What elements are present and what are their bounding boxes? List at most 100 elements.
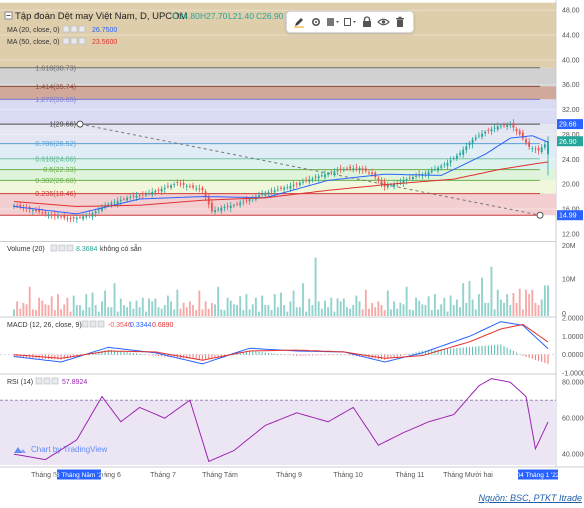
volume-bar: [188, 301, 191, 316]
volume-bar: [327, 307, 330, 316]
macd-histogram-bar: [456, 347, 458, 355]
chart-stage: 1.618(38.73) 1.414(35.74) 1.272(33.65) 1(29…: [0, 0, 584, 503]
fib-level-label: 1.272(33.65): [35, 95, 76, 104]
volume-bar: [462, 283, 465, 316]
candle-body: [116, 200, 119, 204]
volume-bar: [537, 305, 540, 316]
candle-body: [295, 183, 298, 185]
price-axis-tick: 40.00: [562, 57, 580, 64]
pencil-icon[interactable]: [292, 15, 306, 29]
macd-histogram-bar: [151, 354, 153, 356]
volume-bar: [474, 309, 477, 316]
volume-bar: [47, 305, 50, 316]
gear-icon[interactable]: [309, 15, 323, 29]
volume-bar: [116, 311, 119, 316]
fib-zone: [0, 99, 556, 125]
macd-histogram-bar: [324, 354, 326, 356]
volume-legend: Volume (20): [7, 246, 45, 253]
volume-bar: [63, 304, 66, 316]
volume-bar: [57, 294, 59, 316]
candle-body: [408, 177, 411, 179]
volume-bar: [91, 292, 94, 316]
tradingview-chart[interactable]: 1.618(38.73) 1.414(35.74) 1.272(33.65) 1(29…: [0, 0, 584, 503]
candle-body: [298, 182, 301, 186]
candle-body: [97, 209, 100, 211]
candle-body: [110, 202, 113, 205]
volume-bar: [305, 311, 308, 316]
candle-body: [182, 183, 185, 185]
volume-bar: [173, 309, 176, 316]
volume-bar: [19, 308, 22, 316]
candle-body: [141, 193, 144, 195]
volume-bar: [349, 308, 352, 316]
eye-icon[interactable]: [377, 15, 391, 29]
candle-body: [437, 167, 439, 171]
candle-body: [547, 141, 549, 155]
volume-bar: [214, 304, 216, 316]
macd-histogram-bar: [333, 354, 335, 356]
candle-body: [245, 199, 248, 201]
lock-icon[interactable]: [360, 15, 374, 29]
trash-icon[interactable]: [393, 15, 407, 29]
candle-body: [232, 205, 235, 207]
macd-histogram-bar: [446, 348, 448, 355]
macd-histogram-bar: [349, 354, 351, 356]
time-axis-label: Tháng 10: [333, 472, 363, 479]
volume-bar: [280, 292, 282, 316]
macd-histogram-bar: [54, 354, 56, 360]
volume-bar: [88, 307, 91, 316]
volume-bar: [393, 301, 396, 316]
macd-histogram-bar: [296, 354, 298, 356]
volume-bar: [477, 294, 480, 316]
candle-body: [440, 166, 443, 168]
volume-bar: [336, 298, 339, 316]
candle-body: [261, 194, 264, 195]
candle-body: [302, 181, 304, 183]
volume-bar: [361, 309, 364, 316]
volume-bar: [170, 301, 172, 316]
macd-histogram-bar: [437, 349, 439, 355]
volume-bar: [298, 307, 301, 316]
candle-body: [85, 215, 88, 217]
macd-histogram-bar: [544, 354, 546, 363]
ohlc-value: O24.80: [172, 11, 200, 21]
macd-histogram-bar: [443, 349, 445, 355]
macd-histogram-bar: [465, 347, 467, 355]
volume-bar: [119, 298, 122, 316]
volume-bar: [207, 308, 210, 316]
macd-histogram-bar: [305, 354, 307, 356]
candle-body: [449, 160, 452, 163]
candle-body: [276, 189, 279, 191]
source-credit[interactable]: Nguồn: BSC, PTKT Itrade: [478, 493, 582, 503]
candle-body: [518, 130, 521, 135]
color-fill-icon[interactable]: [326, 15, 340, 29]
macd-histogram-bar: [481, 345, 483, 355]
candle-body: [377, 178, 380, 181]
volume-bar: [138, 307, 141, 316]
volume-bar: [383, 310, 386, 316]
macd-histogram-bar: [321, 354, 323, 356]
macd-histogram-bar: [107, 349, 109, 355]
macd-histogram-bar: [528, 354, 530, 358]
volume-bar: [427, 296, 430, 316]
price-axis-tick: 12.00: [562, 231, 580, 238]
candle-body: [119, 199, 122, 202]
volume-bar: [440, 304, 443, 316]
candle-body: [399, 181, 402, 183]
fib-level-label: 0.5(22.33): [43, 165, 76, 174]
candle-body: [229, 205, 232, 208]
candle-body: [72, 217, 75, 219]
volume-bar: [141, 297, 144, 316]
candle-body: [537, 148, 540, 151]
volume-bar: [499, 299, 502, 316]
candle-body: [185, 185, 188, 187]
candle-body: [358, 167, 361, 171]
rect-style-icon[interactable]: [343, 15, 357, 29]
legend-action-icon: [70, 25, 78, 33]
candle-body: [66, 218, 69, 220]
volume-bar: [547, 285, 549, 316]
volume-bar: [503, 302, 505, 316]
macd-histogram-bar: [311, 354, 313, 356]
candle-body: [368, 172, 370, 174]
candle-body: [242, 201, 245, 203]
